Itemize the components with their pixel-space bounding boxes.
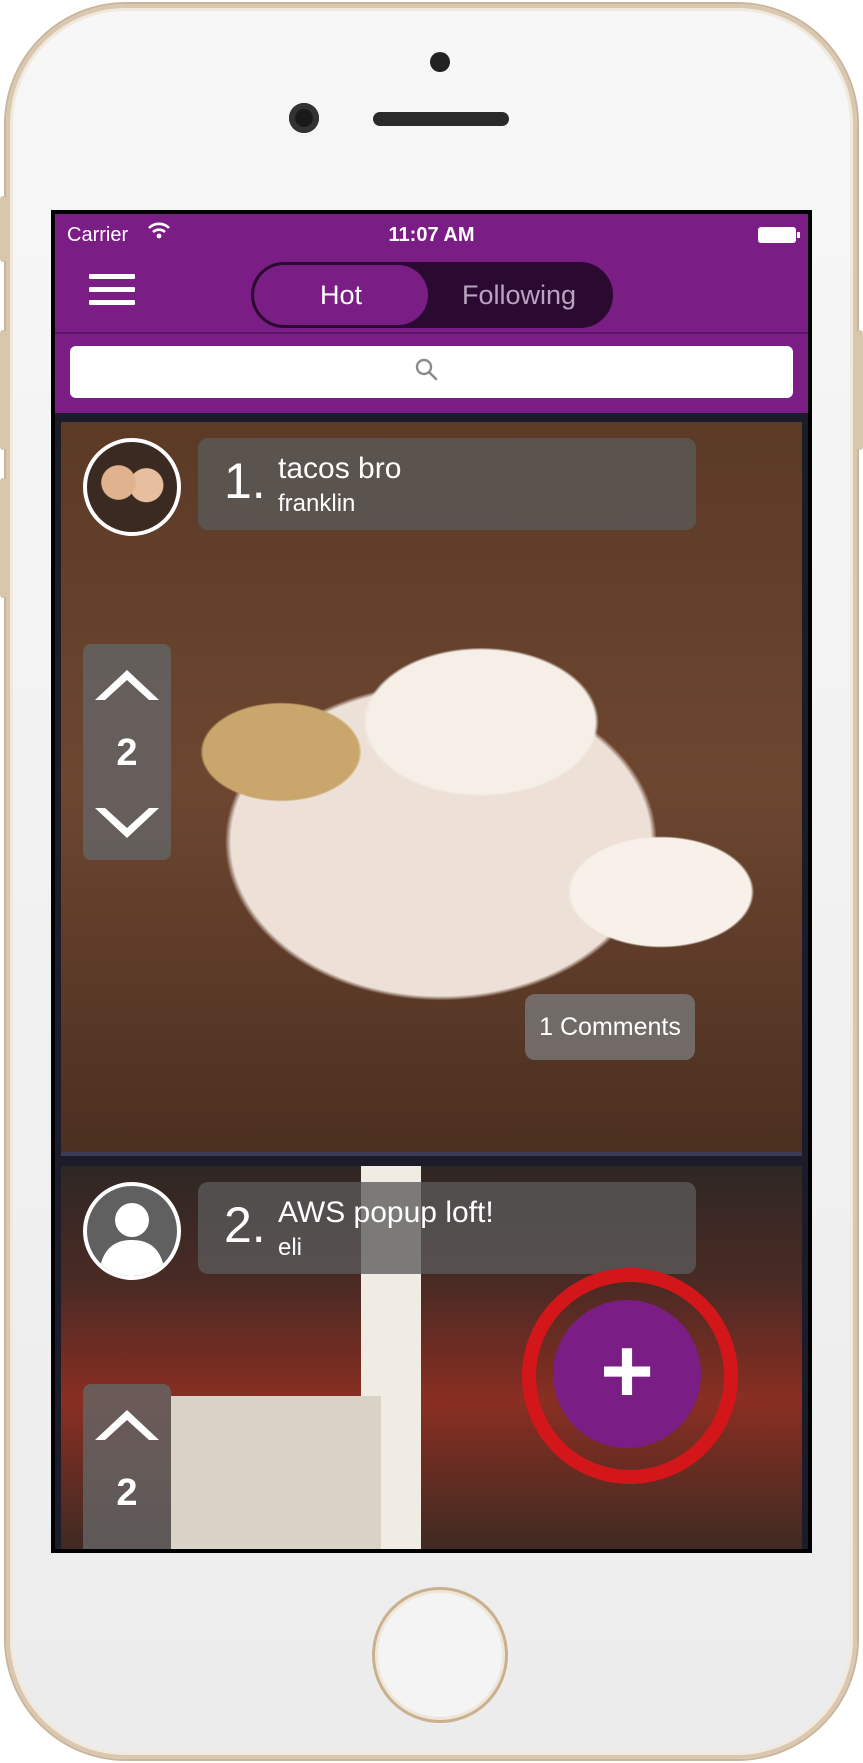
post-card[interactable]: 1. tacos bro franklin 2 1 Comments (61, 422, 802, 1152)
downvote-icon[interactable] (91, 804, 163, 844)
volume-up-button[interactable] (0, 330, 6, 450)
status-bar: Carrier 11:07 AM (55, 214, 808, 254)
vote-count: 2 (116, 732, 138, 774)
home-button[interactable] (372, 1587, 508, 1723)
user-placeholder-icon (99, 1203, 165, 1276)
avatar[interactable] (83, 438, 181, 536)
header-divider (55, 332, 808, 334)
vote-count: 2 (116, 1472, 138, 1514)
post-header[interactable]: 2. AWS popup loft! eli (198, 1182, 696, 1274)
status-time: 11:07 AM (388, 224, 475, 246)
mute-switch[interactable] (0, 196, 6, 262)
upvote-icon[interactable] (91, 664, 163, 704)
plus-icon: + (600, 1320, 654, 1422)
menu-icon (89, 274, 135, 279)
post-title: tacos bro (278, 452, 402, 485)
earpiece-speaker (373, 112, 509, 126)
search-input[interactable] (70, 346, 793, 398)
volume-down-button[interactable] (0, 478, 6, 598)
post-rank: 2. (224, 1197, 266, 1253)
tab-following[interactable]: Following (428, 265, 610, 325)
front-camera (289, 103, 319, 133)
feed-segmented-control: Hot Following (251, 262, 613, 328)
post-header[interactable]: 1. tacos bro franklin (198, 438, 696, 530)
post-title: AWS popup loft! (278, 1196, 494, 1229)
comments-button[interactable]: 1 Comments (525, 994, 695, 1060)
app-screen: Carrier 11:07 AM Hot Following 1. tacos … (51, 210, 812, 1553)
power-button[interactable] (857, 330, 863, 450)
search-icon (415, 358, 438, 381)
post-author: franklin (278, 490, 356, 517)
post-rank: 1. (224, 453, 266, 509)
tab-hot[interactable]: Hot (254, 265, 428, 325)
menu-button[interactable] (89, 274, 135, 310)
vote-control: 2 (83, 1384, 171, 1549)
post-divider (61, 1152, 802, 1156)
upvote-icon[interactable] (91, 1404, 163, 1444)
top-bar: Carrier 11:07 AM Hot Following (55, 214, 808, 413)
sensor-dot (430, 52, 450, 72)
post-author: eli (278, 1234, 303, 1261)
avatar[interactable] (83, 1182, 181, 1280)
add-post-button[interactable]: + (553, 1300, 701, 1448)
vote-control: 2 (83, 644, 171, 860)
battery-icon (758, 227, 800, 243)
